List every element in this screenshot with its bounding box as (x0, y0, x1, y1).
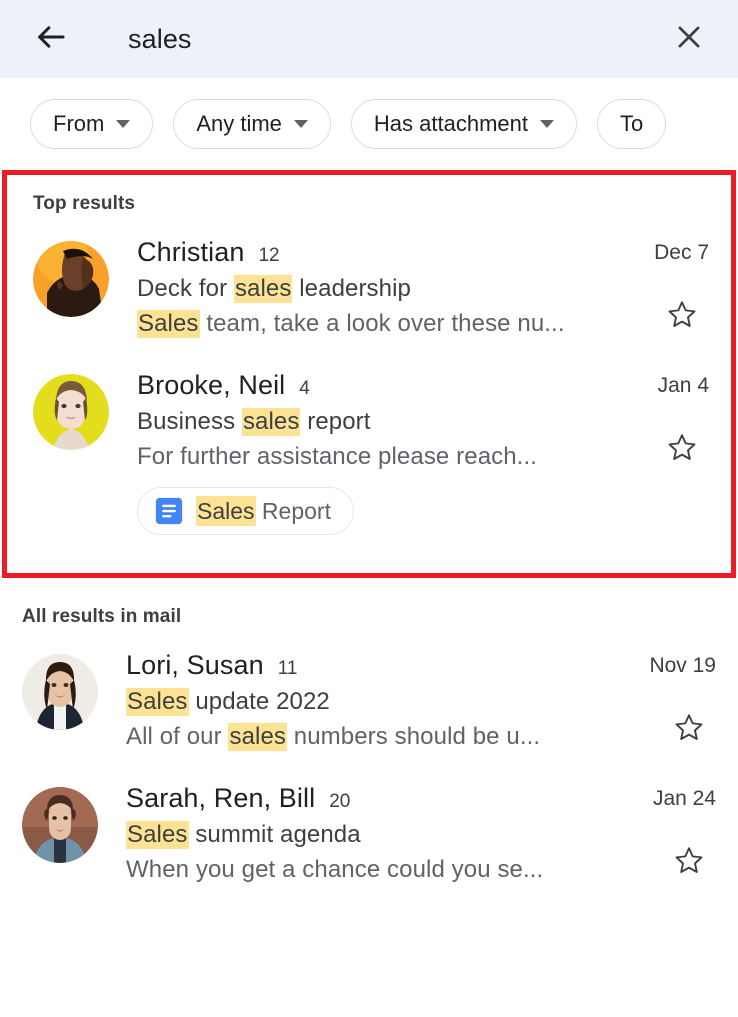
snippet-pre: For further assistance please reach... (137, 443, 537, 470)
result-content: Christian 12 Deck for sales leadership S… (109, 237, 617, 338)
snippet-line: For further assistance please reach... (137, 443, 611, 471)
top-results-bottom-spacer (7, 551, 731, 573)
sender-line: Sarah, Ren, Bill 20 (126, 783, 618, 814)
thread-count: 12 (258, 245, 280, 266)
avatar (22, 787, 98, 863)
filter-chip-label: Has attachment (373, 111, 528, 136)
sender-name: Christian (137, 237, 245, 267)
subject-line: Sales summit agenda (126, 821, 618, 849)
avatar-christian-image (33, 241, 109, 317)
avatar-sarah-image (22, 787, 98, 863)
subject-post: update 2022 (188, 688, 330, 715)
snippet-line: When you get a chance could you se... (126, 856, 618, 884)
snippet-post: team, take a look over these nu... (199, 310, 565, 337)
avatar (33, 374, 109, 450)
chevron-down-icon (540, 120, 554, 128)
subject-highlight: Sales (126, 821, 189, 849)
result-row-sarah-ren-bill[interactable]: Sarah, Ren, Bill 20 Sales summit agenda … (0, 761, 738, 894)
thread-count: 20 (329, 791, 351, 812)
sender-name: Sarah, Ren, Bill (126, 783, 316, 813)
star-outline-icon (667, 434, 697, 466)
sender-line: Christian 12 (137, 237, 611, 268)
avatar-lori-image (22, 654, 98, 730)
star-button[interactable] (667, 299, 709, 334)
subject-post: summit agenda (188, 821, 361, 848)
subject-line: Deck for sales leadership (137, 275, 611, 303)
snippet-highlight: sales (228, 723, 288, 751)
star-outline-icon (674, 714, 704, 746)
attachment-chip-sales-report[interactable]: Sales Report (137, 487, 354, 535)
result-row-christian[interactable]: Christian 12 Deck for sales leadership S… (7, 215, 731, 348)
result-row-brooke-neil[interactable]: Brooke, Neil 4 Business sales report For… (7, 348, 731, 551)
subject-post: report (300, 408, 371, 435)
subject-highlight: sales (241, 408, 301, 436)
google-docs-icon (154, 496, 184, 526)
result-row-lori-susan[interactable]: Lori, Susan 11 Sales update 2022 All of … (0, 628, 738, 761)
all-results-heading: All results in mail (22, 606, 182, 627)
avatar (33, 241, 109, 317)
snippet-pre: When you get a chance could you se... (126, 856, 544, 883)
star-button[interactable] (667, 432, 709, 467)
result-meta: Dec 7 (617, 237, 709, 338)
attachment-name: Sales Report (196, 495, 331, 526)
star-outline-icon (674, 847, 704, 879)
search-input[interactable]: sales (74, 24, 666, 55)
subject-pre: Business (137, 408, 242, 435)
subject-highlight: sales (233, 275, 293, 303)
subject-highlight: Sales (126, 688, 189, 716)
sender-name: Lori, Susan (126, 650, 264, 680)
snippet-line: Sales team, take a look over these nu... (137, 310, 611, 338)
top-results-heading: Top results (33, 193, 136, 214)
result-date: Jan 24 (652, 787, 716, 810)
result-content: Sarah, Ren, Bill 20 Sales summit agenda … (98, 783, 624, 884)
snippet-post: numbers should be u... (287, 723, 541, 750)
result-meta: Jan 24 (624, 783, 716, 884)
attachment-name-post: Report (255, 497, 331, 524)
search-header: sales (0, 0, 738, 78)
filter-chip-label: To (620, 111, 644, 136)
subject-pre: Deck for (137, 275, 234, 302)
result-date: Dec 7 (654, 241, 709, 264)
chevron-down-icon (116, 120, 131, 128)
result-date: Nov 19 (649, 654, 716, 677)
star-button[interactable] (674, 712, 716, 747)
attachment-row: Sales Report (137, 471, 611, 541)
subject-line: Sales update 2022 (126, 688, 618, 716)
avatar-brooke-image (33, 374, 109, 450)
subject-line: Business sales report (137, 408, 611, 436)
back-button[interactable] (28, 16, 74, 62)
sender-name: Brooke, Neil (137, 370, 286, 400)
sender-line: Lori, Susan 11 (126, 650, 618, 681)
filter-chip-row: From Any time Has attachment To (0, 78, 738, 170)
thread-count: 4 (299, 378, 310, 399)
filter-chip-from[interactable]: From (30, 99, 154, 149)
attachment-name-highlight: Sales (196, 495, 256, 526)
filter-chip-any-time[interactable]: Any time (173, 99, 331, 149)
snippet-highlight: Sales (137, 310, 200, 338)
sender-line: Brooke, Neil 4 (137, 370, 611, 401)
snippet-pre: All of our (126, 723, 229, 750)
thread-count: 11 (277, 658, 298, 679)
avatar (22, 654, 98, 730)
filter-chip-to[interactable]: To (597, 99, 667, 149)
top-results-annotation-box: Top results Christian 12 Deck for sales … (2, 170, 736, 578)
close-icon (673, 21, 705, 58)
arrow-back-icon (34, 20, 68, 59)
result-content: Brooke, Neil 4 Business sales report For… (109, 370, 617, 541)
filter-chip-label: From (53, 111, 105, 136)
result-meta: Nov 19 (624, 650, 716, 751)
clear-search-button[interactable] (666, 16, 712, 62)
filter-chip-has-attachment[interactable]: Has attachment (350, 99, 577, 149)
star-button[interactable] (674, 845, 716, 880)
result-meta: Jan 4 (617, 370, 709, 541)
result-date: Jan 4 (657, 374, 709, 397)
result-content: Lori, Susan 11 Sales update 2022 All of … (98, 650, 624, 751)
filter-chip-label: Any time (196, 111, 282, 136)
chevron-down-icon (293, 120, 308, 128)
snippet-line: All of our sales numbers should be u... (126, 723, 618, 751)
star-outline-icon (667, 301, 697, 333)
subject-post: leadership (292, 275, 411, 302)
